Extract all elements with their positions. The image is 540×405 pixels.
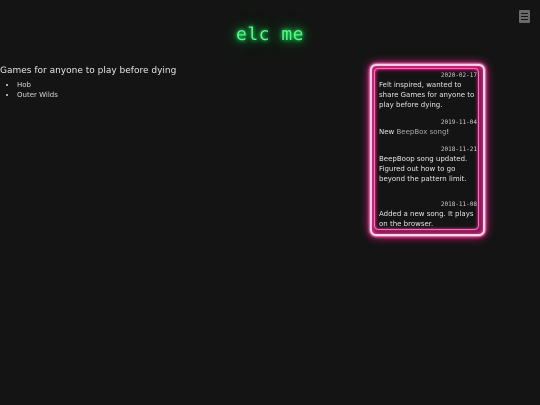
news-date: 2018-11-08 bbox=[440, 201, 477, 208]
game-list-item: Hob bbox=[17, 80, 340, 90]
news-text-suffix: ! bbox=[446, 128, 450, 136]
site-title: elc me bbox=[235, 24, 305, 45]
page: elc me Games for anyone to play before d… bbox=[0, 0, 540, 405]
news-text-prefix: New bbox=[379, 128, 397, 136]
game-list: Hob Outer Wilds bbox=[0, 80, 340, 100]
news-item: 2019-11-04 New BeepBox song! bbox=[379, 119, 477, 137]
main-content: Games for anyone to play before dying Ho… bbox=[0, 66, 340, 100]
game-list-item: Outer Wilds bbox=[17, 90, 340, 100]
news-text: Felt inspired, wanted to share Games for… bbox=[379, 81, 475, 109]
news-date: 2018-11-21 bbox=[440, 146, 477, 153]
news-panel: 2020-02-17 Felt inspired, wanted to shar… bbox=[379, 72, 477, 238]
news-text: Added a new song. It plays on the browse… bbox=[379, 210, 474, 228]
beepbox-song-link[interactable]: BeepBox song bbox=[397, 128, 447, 136]
news-item: 2018-11-21 BeepBoop song updated. Figure… bbox=[379, 146, 477, 184]
news-item: 2020-02-17 Felt inspired, wanted to shar… bbox=[379, 72, 477, 110]
news-date: 2019-11-04 bbox=[440, 119, 477, 126]
page-heading: Games for anyone to play before dying bbox=[0, 66, 177, 76]
news-item: 2018-11-08 Added a new song. It plays on… bbox=[379, 201, 477, 229]
menu-icon[interactable] bbox=[519, 10, 530, 23]
news-text: BeepBoop song updated. Figured out how t… bbox=[379, 155, 468, 183]
news-date: 2020-02-17 bbox=[440, 72, 477, 79]
news-text: New BeepBox song! bbox=[379, 127, 477, 137]
